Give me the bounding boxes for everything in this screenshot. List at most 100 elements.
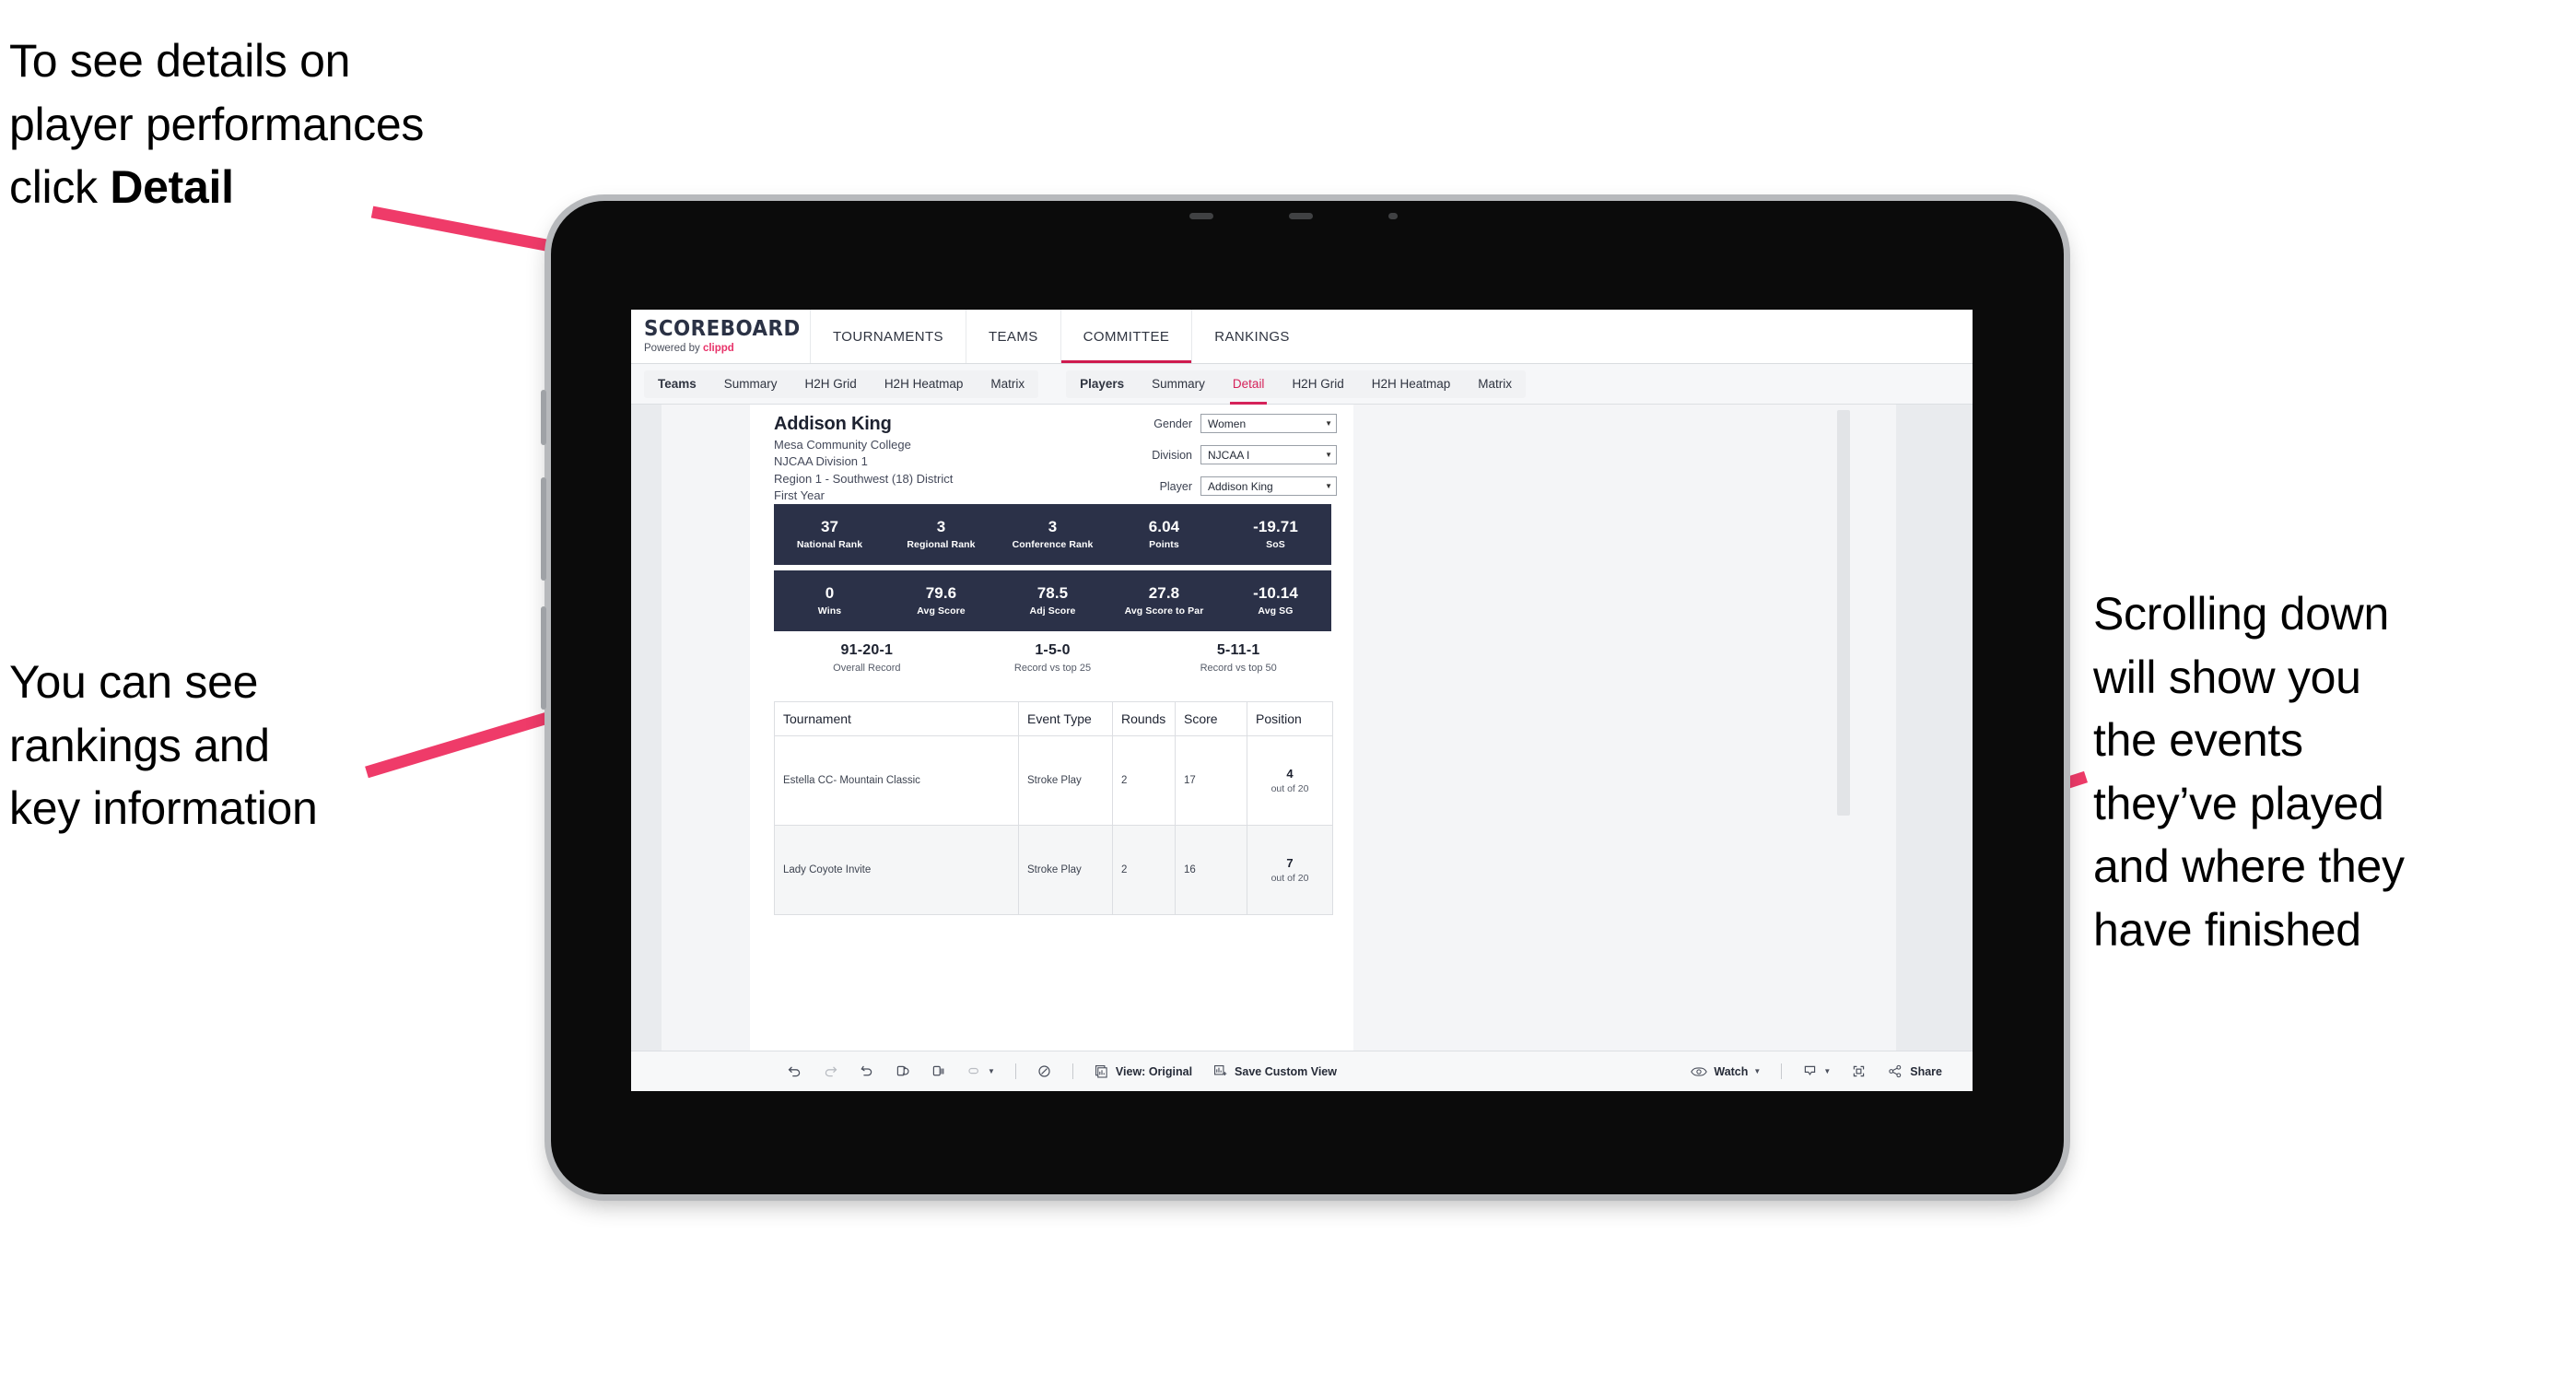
filter-player: Player Addison King ▼ xyxy=(1116,476,1337,496)
stat-wins: 0 Wins xyxy=(774,583,885,617)
table-row[interactable]: Lady Coyote Invite Stroke Play 2 16 7 ou… xyxy=(775,826,1332,915)
record-vs-top-25: 1-5-0 Record vs top 25 xyxy=(960,642,1146,674)
tablet-screen: SCOREBOARD Powered by clippd TOURNAMENTS… xyxy=(631,310,1973,1091)
presentation-mode-button[interactable] xyxy=(1026,1051,1062,1092)
refresh-button[interactable] xyxy=(884,1051,920,1092)
vertical-scrollbar[interactable] xyxy=(1837,410,1850,816)
tab-players-summary[interactable]: Summary xyxy=(1138,370,1219,398)
record-overall: 91-20-1 Overall Record xyxy=(774,642,960,674)
nav-item-committee[interactable]: COMMITTEE xyxy=(1061,310,1193,363)
stat-national-rank-value: 37 xyxy=(820,517,839,535)
stat-avg-score-to-par-value: 27.8 xyxy=(1148,583,1180,602)
cell-score: 17 xyxy=(1176,736,1247,825)
stat-avg-score-label: Avg Score xyxy=(917,605,966,617)
download-button[interactable]: ▼ xyxy=(1792,1051,1841,1092)
tournament-table: Tournament Event Type Rounds Score Posit… xyxy=(774,701,1333,915)
bottom-toolbar: ▼ View: Original Save Custom View Watch … xyxy=(631,1051,1973,1091)
stat-avg-score: 79.6 Avg Score xyxy=(885,583,997,617)
tablet-side-button-1 xyxy=(541,390,546,445)
nav-item-teams[interactable]: TEAMS xyxy=(966,310,1061,363)
nav-item-teams-label: TEAMS xyxy=(988,328,1038,345)
cell-position-value: 7 xyxy=(1286,856,1294,870)
chevron-down-icon: ▼ xyxy=(1823,1067,1832,1075)
filter-gender-select[interactable]: Women ▼ xyxy=(1200,414,1337,433)
view-original-button[interactable]: View: Original xyxy=(1083,1051,1202,1092)
brand-title: SCOREBOARD xyxy=(644,316,801,341)
tablet-device-frame: SCOREBOARD Powered by clippd TOURNAMENTS… xyxy=(541,201,2064,1194)
table-row[interactable]: Estella CC- Mountain Classic Stroke Play… xyxy=(775,736,1332,826)
record-vs-top-50-label: Record vs top 50 xyxy=(1200,663,1277,674)
filter-division-value: NJCAA I xyxy=(1208,448,1250,462)
filter-division-select[interactable]: NJCAA I ▼ xyxy=(1200,445,1337,464)
toolbar-divider xyxy=(1014,1063,1016,1079)
top-navigation-bar: SCOREBOARD Powered by clippd TOURNAMENTS… xyxy=(631,310,1973,364)
tab-players-detail[interactable]: Detail xyxy=(1219,370,1279,405)
dashboard-sheet: Addison King Mesa Community College NJCA… xyxy=(662,405,1896,1091)
nav-item-committee-label: COMMITTEE xyxy=(1083,328,1170,345)
stat-regional-rank: 3 Regional Rank xyxy=(885,518,997,550)
cell-rounds: 2 xyxy=(1113,736,1176,825)
tab-players-h2h-heatmap[interactable]: H2H Heatmap xyxy=(1358,370,1465,398)
cell-event-type: Stroke Play xyxy=(1019,826,1113,914)
watch-label: Watch xyxy=(1714,1064,1749,1078)
tab-players[interactable]: Players xyxy=(1066,370,1138,398)
tab-players-matrix[interactable]: Matrix xyxy=(1464,370,1526,398)
pan-button[interactable]: ▼ xyxy=(956,1051,1005,1092)
filter-panel: Gender Women ▼ Division NJCAA I ▼ Player… xyxy=(1116,414,1337,508)
undo-button[interactable] xyxy=(777,1051,813,1092)
stat-avg-score-value: 79.6 xyxy=(925,583,957,602)
revert-button[interactable] xyxy=(849,1051,884,1092)
stat-avg-sg: -10.14 Avg SG xyxy=(1220,584,1331,617)
watch-button[interactable]: Watch ▼ xyxy=(1680,1051,1771,1092)
filter-player-label: Player xyxy=(1159,479,1192,493)
tab-teams[interactable]: Teams xyxy=(644,370,710,398)
filter-gender-label: Gender xyxy=(1153,417,1192,430)
pause-button[interactable] xyxy=(920,1051,956,1092)
column-header-tournament[interactable]: Tournament xyxy=(775,702,1019,735)
filter-gender-value: Women xyxy=(1208,417,1247,430)
tab-teams-summary[interactable]: Summary xyxy=(710,370,791,398)
cell-event-type: Stroke Play xyxy=(1019,736,1113,825)
view-original-label: View: Original xyxy=(1115,1064,1193,1078)
stat-conference-rank-value: 3 xyxy=(1048,517,1058,535)
share-label: Share xyxy=(1910,1064,1942,1078)
redo-button[interactable] xyxy=(813,1051,849,1092)
column-header-rounds[interactable]: Rounds xyxy=(1113,702,1176,735)
save-custom-view-button[interactable]: Save Custom View xyxy=(1202,1051,1347,1092)
stat-wins-value: 0 xyxy=(825,583,835,602)
scoreboard-logo[interactable]: SCOREBOARD Powered by clippd xyxy=(631,310,811,363)
cell-score: 16 xyxy=(1176,826,1247,914)
share-button[interactable]: Share xyxy=(1877,1051,1952,1092)
tab-players-h2h-grid[interactable]: H2H Grid xyxy=(1278,370,1357,398)
nav-item-rankings[interactable]: RANKINGS xyxy=(1192,310,1312,363)
nav-item-rankings-label: RANKINGS xyxy=(1214,328,1290,345)
cell-tournament: Lady Coyote Invite xyxy=(775,826,1019,914)
fullscreen-button[interactable] xyxy=(1841,1051,1877,1092)
chevron-down-icon: ▼ xyxy=(988,1067,995,1075)
record-overall-label: Overall Record xyxy=(833,663,901,674)
filter-player-select[interactable]: Addison King ▼ xyxy=(1200,476,1337,496)
stat-sos-value: -19.71 xyxy=(1253,517,1298,535)
column-header-event-type[interactable]: Event Type xyxy=(1019,702,1113,735)
tab-teams-h2h-heatmap[interactable]: H2H Heatmap xyxy=(871,370,978,398)
annotation-detail: To see details on player performances cl… xyxy=(9,29,654,219)
cell-rounds: 2 xyxy=(1113,826,1176,914)
tab-teams-matrix[interactable]: Matrix xyxy=(977,370,1038,398)
player-school: Mesa Community College xyxy=(774,438,911,452)
column-header-position[interactable]: Position xyxy=(1247,702,1332,735)
stat-sos-label: SoS xyxy=(1266,539,1285,551)
record-vs-top-50: 5-11-1 Record vs top 50 xyxy=(1145,642,1331,674)
toolbar-divider xyxy=(1781,1063,1783,1079)
screenshot-root: To see details on player performances cl… xyxy=(0,0,2576,1386)
annotation-detail-bold: Detail xyxy=(110,161,234,213)
tab-teams-h2h-grid[interactable]: H2H Grid xyxy=(791,370,871,398)
table-header-row: Tournament Event Type Rounds Score Posit… xyxy=(775,702,1332,736)
player-header: Addison King Mesa Community College NJCA… xyxy=(774,414,953,502)
tablet-sensor-dots xyxy=(1169,213,1446,221)
nav-item-tournaments[interactable]: TOURNAMENTS xyxy=(811,310,966,363)
record-overall-value: 91-20-1 xyxy=(840,642,894,658)
chevron-down-icon: ▼ xyxy=(1325,419,1332,428)
record-vs-top-25-value: 1-5-0 xyxy=(1035,642,1071,658)
cell-position: 4 out of 20 xyxy=(1247,736,1332,825)
column-header-score[interactable]: Score xyxy=(1176,702,1247,735)
